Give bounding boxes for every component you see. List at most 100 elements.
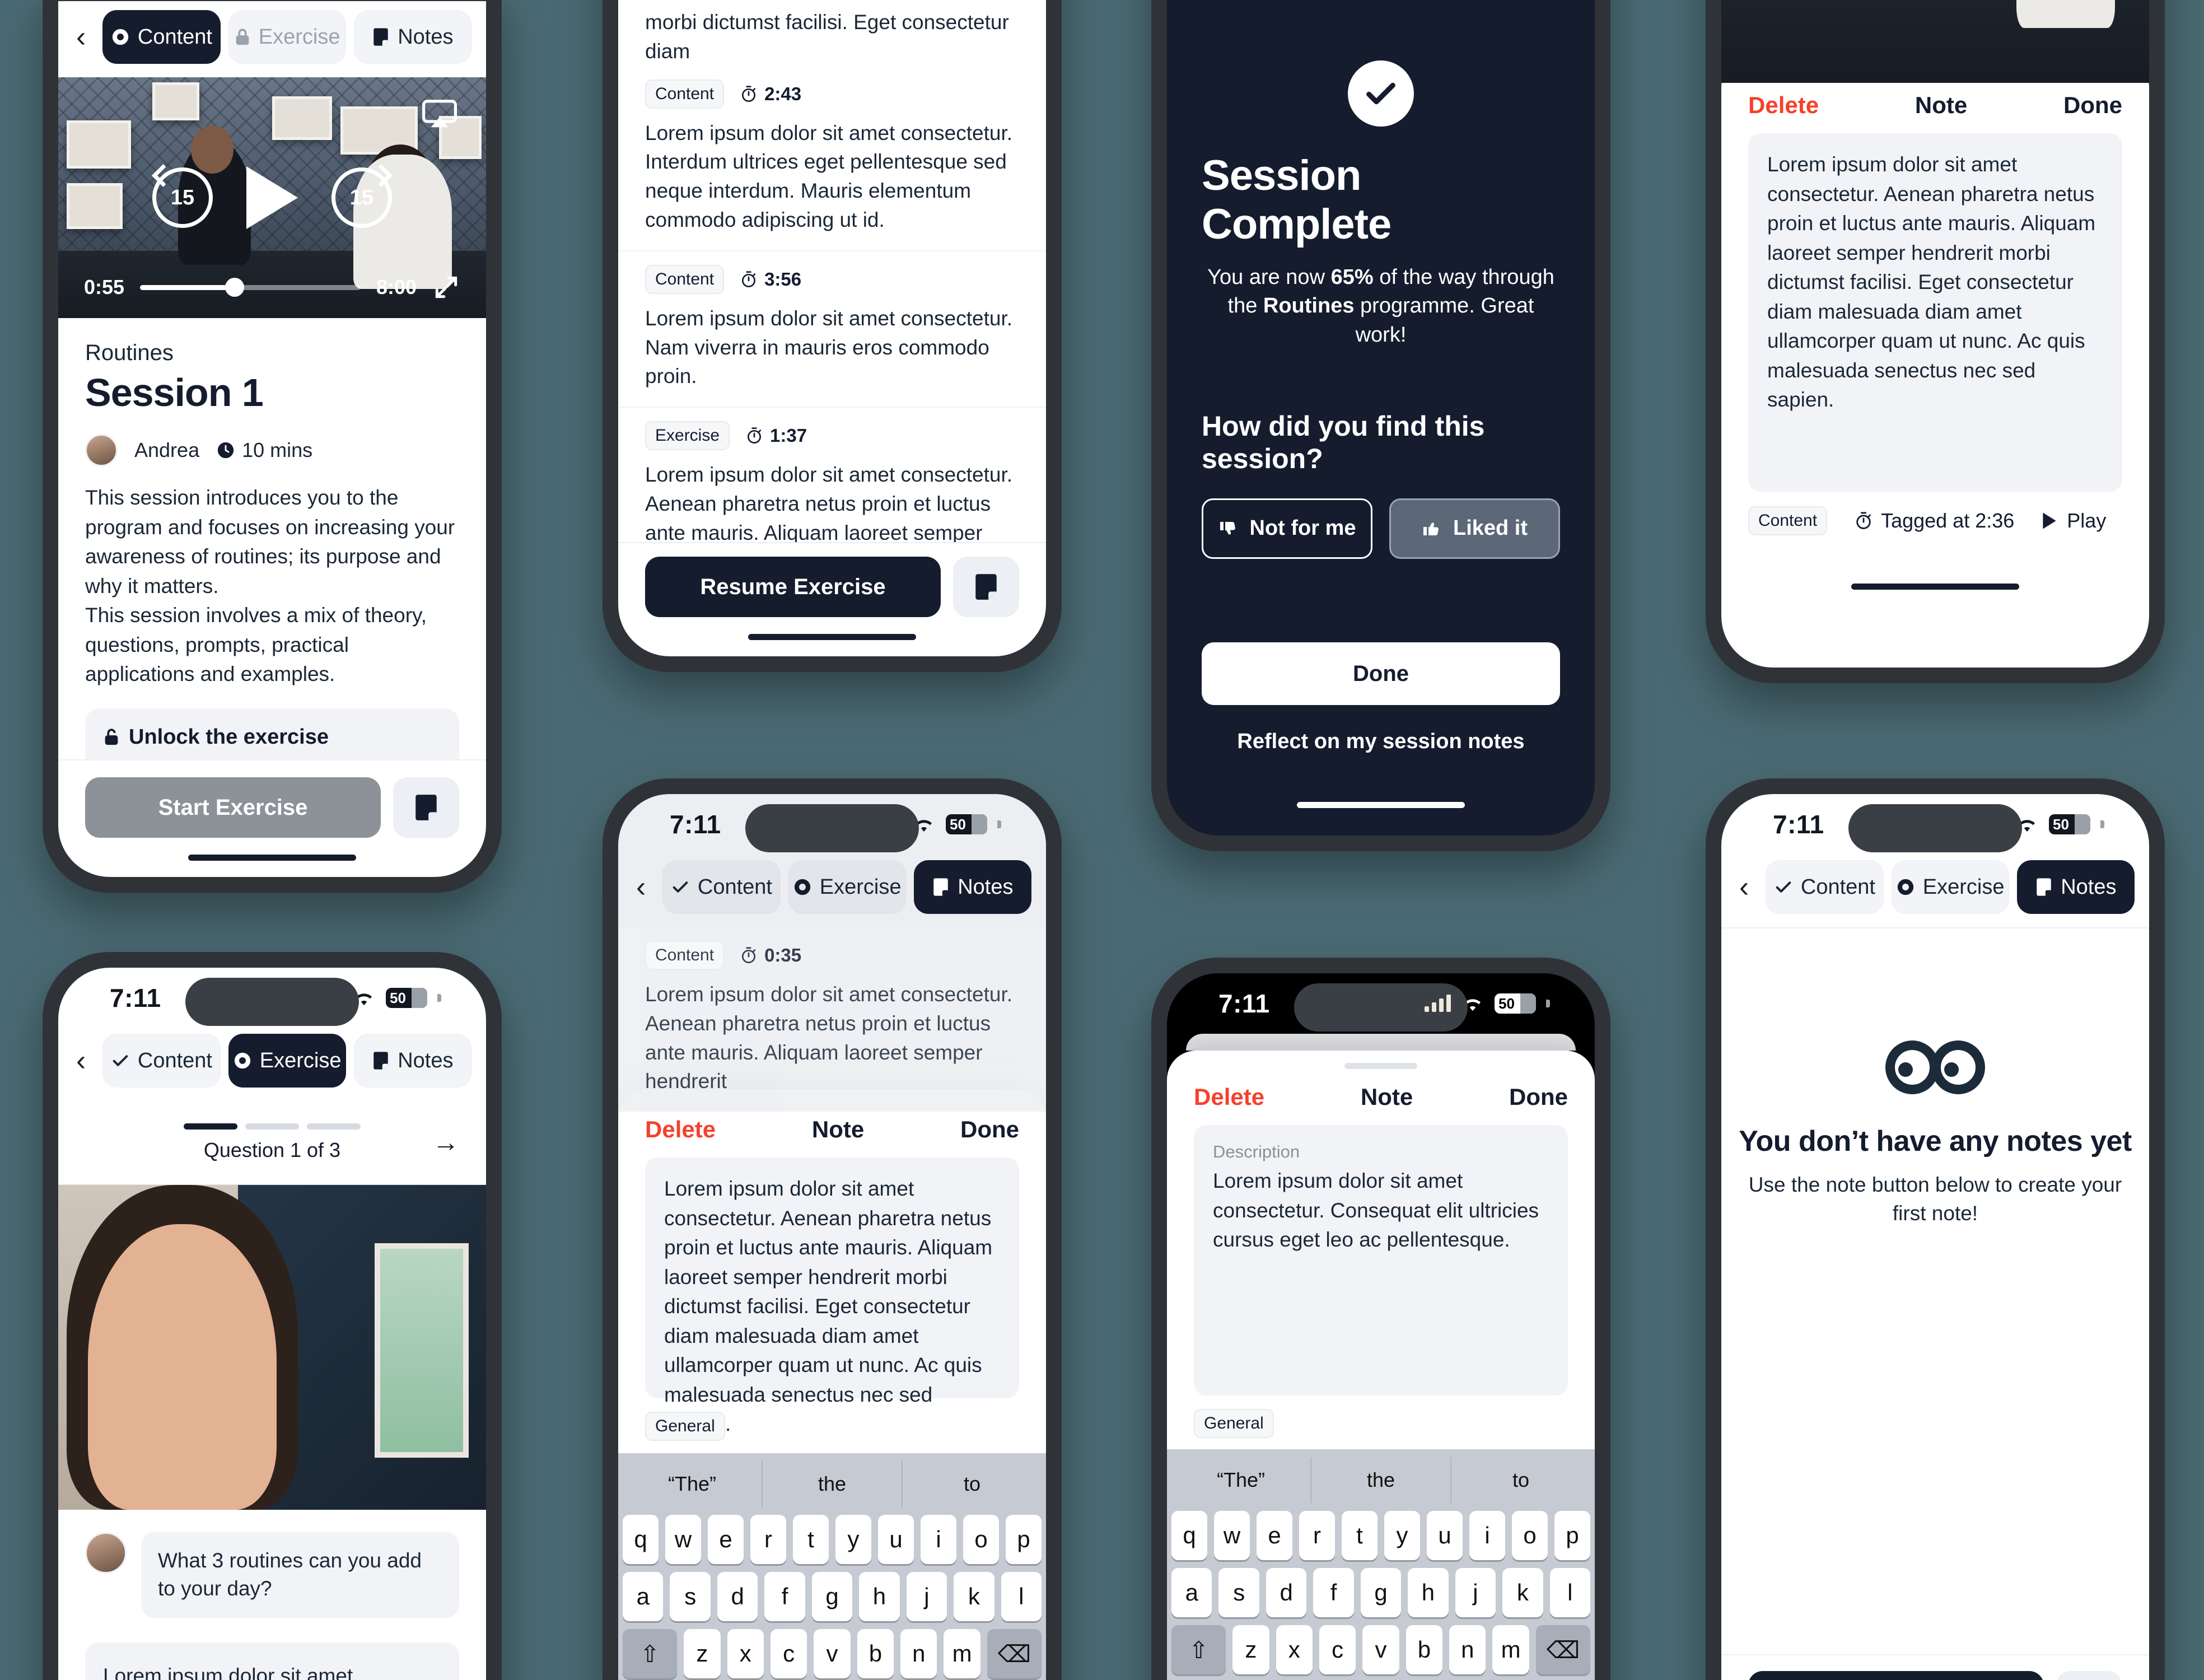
- key-z[interactable]: z: [1232, 1625, 1269, 1674]
- key-w[interactable]: w: [1214, 1511, 1250, 1560]
- key-p[interactable]: p: [1006, 1515, 1042, 1565]
- on-screen-keyboard[interactable]: “The”thetoqwertyuiopasdfghjkl⇧zxcvbnm⌫AB…: [618, 1453, 1046, 1680]
- skip-back-15-button[interactable]: 15: [152, 167, 213, 228]
- key-f[interactable]: f: [1313, 1568, 1354, 1617]
- key-l[interactable]: l: [1549, 1568, 1590, 1617]
- on-screen-keyboard[interactable]: “The”thetoqwertyuiopasdfghjkl⇧zxcvbnm⌫AB…: [1167, 1449, 1595, 1680]
- key-m[interactable]: m: [1492, 1625, 1529, 1674]
- key-c[interactable]: c: [1319, 1625, 1356, 1674]
- key-h[interactable]: h: [859, 1572, 900, 1622]
- key-k[interactable]: k: [954, 1572, 994, 1622]
- key-u[interactable]: u: [1427, 1511, 1463, 1560]
- play-note-button[interactable]: Play: [2041, 509, 2106, 533]
- liked-it-button[interactable]: Liked it: [1389, 498, 1560, 559]
- tab-content[interactable]: Content: [102, 1034, 221, 1088]
- key-a[interactable]: a: [623, 1572, 664, 1622]
- key-q[interactable]: q: [1171, 1511, 1207, 1560]
- play-button[interactable]: [246, 166, 298, 229]
- tab-exercise[interactable]: Exercise: [788, 860, 906, 914]
- delete-button[interactable]: Delete: [1748, 92, 1819, 119]
- key-k[interactable]: k: [1502, 1568, 1543, 1617]
- suggestion-the[interactable]: the: [762, 1461, 902, 1508]
- key-l[interactable]: l: [1001, 1572, 1042, 1622]
- key-i[interactable]: i: [1469, 1511, 1505, 1560]
- key-n[interactable]: n: [1449, 1625, 1486, 1674]
- key-e[interactable]: e: [1257, 1511, 1292, 1560]
- key-w[interactable]: w: [665, 1515, 701, 1565]
- add-note-button[interactable]: [393, 777, 459, 838]
- key-b[interactable]: b: [1405, 1625, 1443, 1674]
- key-i[interactable]: i: [921, 1515, 956, 1565]
- exercise-answer-field[interactable]: Lorem ipsum dolor sit amet consectetur. …: [85, 1642, 459, 1680]
- key-m[interactable]: m: [944, 1629, 980, 1679]
- session-video-player[interactable]: 15 15 0:55 8:00: [58, 77, 486, 318]
- key-y[interactable]: y: [1384, 1511, 1420, 1560]
- key-p[interactable]: p: [1554, 1511, 1590, 1560]
- note-text-field[interactable]: Lorem ipsum dolor sit amet consectetur. …: [1748, 133, 2122, 492]
- tab-notes[interactable]: Notes: [2016, 860, 2135, 914]
- tab-exercise[interactable]: Exercise: [228, 1034, 346, 1088]
- note-list-item[interactable]: Content 3:56 Lorem ipsum dolor sit amet co…: [618, 251, 1046, 408]
- notes-list[interactable]: Content 2:43 Lorem ipsum dolor sit amet co…: [618, 66, 1046, 542]
- tab-notes[interactable]: Notes: [913, 860, 1031, 914]
- sheet-grabber[interactable]: [1344, 1063, 1417, 1070]
- note-list-item[interactable]: Exercise 1:37 Lorem ipsum dolor sit amet c…: [618, 408, 1046, 542]
- backspace-key[interactable]: ⌫: [987, 1629, 1042, 1679]
- not-for-me-button[interactable]: Not for me: [1202, 498, 1372, 559]
- add-note-button[interactable]: [953, 557, 1019, 617]
- tab-notes[interactable]: Notes: [353, 10, 471, 64]
- key-t[interactable]: t: [793, 1515, 829, 1565]
- key-g[interactable]: g: [1360, 1568, 1402, 1617]
- key-y[interactable]: y: [835, 1515, 871, 1565]
- key-f[interactable]: f: [764, 1572, 805, 1622]
- add-note-button[interactable]: [2056, 1671, 2122, 1680]
- key-t[interactable]: t: [1342, 1511, 1378, 1560]
- key-z[interactable]: z: [684, 1629, 721, 1679]
- key-g[interactable]: g: [811, 1572, 853, 1622]
- next-question-button[interactable]: →: [432, 1127, 459, 1158]
- fullscreen-icon[interactable]: [432, 273, 460, 301]
- note-list-item[interactable]: Content 2:43 Lorem ipsum dolor sit amet co…: [618, 66, 1046, 251]
- key-a[interactable]: a: [1171, 1568, 1212, 1617]
- suggestion-to[interactable]: to: [902, 1461, 1042, 1508]
- done-button[interactable]: Done: [1202, 642, 1560, 705]
- tab-content[interactable]: Content: [662, 860, 781, 914]
- back-button[interactable]: ‹: [73, 1046, 94, 1075]
- reflect-notes-link[interactable]: Reflect on my session notes: [1237, 730, 1524, 754]
- key-q[interactable]: q: [623, 1515, 659, 1565]
- backspace-key[interactable]: ⌫: [1535, 1625, 1590, 1674]
- resume-exercise-button[interactable]: Resume Exercise: [1748, 1671, 2044, 1680]
- key-v[interactable]: v: [1362, 1625, 1399, 1674]
- note-text-field[interactable]: Lorem ipsum dolor sit amet consectetur. …: [645, 1158, 1019, 1435]
- key-n[interactable]: n: [900, 1629, 937, 1679]
- shift-key[interactable]: ⇧: [623, 1629, 678, 1679]
- key-j[interactable]: j: [906, 1572, 947, 1622]
- key-j[interactable]: j: [1455, 1568, 1496, 1617]
- note-tag-chip[interactable]: General: [645, 1412, 725, 1441]
- suggestion-the[interactable]: “The”: [1171, 1457, 1310, 1503]
- key-b[interactable]: b: [857, 1629, 894, 1679]
- key-h[interactable]: h: [1408, 1568, 1449, 1617]
- skip-forward-15-button[interactable]: 15: [331, 167, 392, 228]
- delete-button[interactable]: Delete: [645, 1116, 716, 1143]
- key-d[interactable]: d: [1266, 1568, 1307, 1617]
- start-exercise-button[interactable]: Start Exercise: [85, 777, 381, 838]
- key-d[interactable]: d: [717, 1572, 758, 1622]
- tab-content[interactable]: Content: [1766, 860, 1884, 914]
- key-u[interactable]: u: [878, 1515, 914, 1565]
- key-x[interactable]: x: [1276, 1625, 1313, 1674]
- key-c[interactable]: c: [770, 1629, 807, 1679]
- key-s[interactable]: s: [670, 1572, 711, 1622]
- back-button[interactable]: ‹: [633, 872, 653, 902]
- key-o[interactable]: o: [1512, 1511, 1548, 1560]
- note-tag-chip[interactable]: Content: [1748, 506, 1828, 535]
- resume-exercise-button[interactable]: Resume Exercise: [645, 557, 941, 617]
- shift-key[interactable]: ⇧: [1171, 1625, 1226, 1674]
- key-r[interactable]: r: [1299, 1511, 1335, 1560]
- done-button[interactable]: Done: [1509, 1084, 1568, 1110]
- back-button[interactable]: ‹: [1736, 872, 1757, 902]
- key-e[interactable]: e: [708, 1515, 744, 1565]
- back-button[interactable]: ‹: [73, 22, 94, 52]
- note-tag-chip[interactable]: General: [1194, 1409, 1274, 1438]
- key-x[interactable]: x: [727, 1629, 764, 1679]
